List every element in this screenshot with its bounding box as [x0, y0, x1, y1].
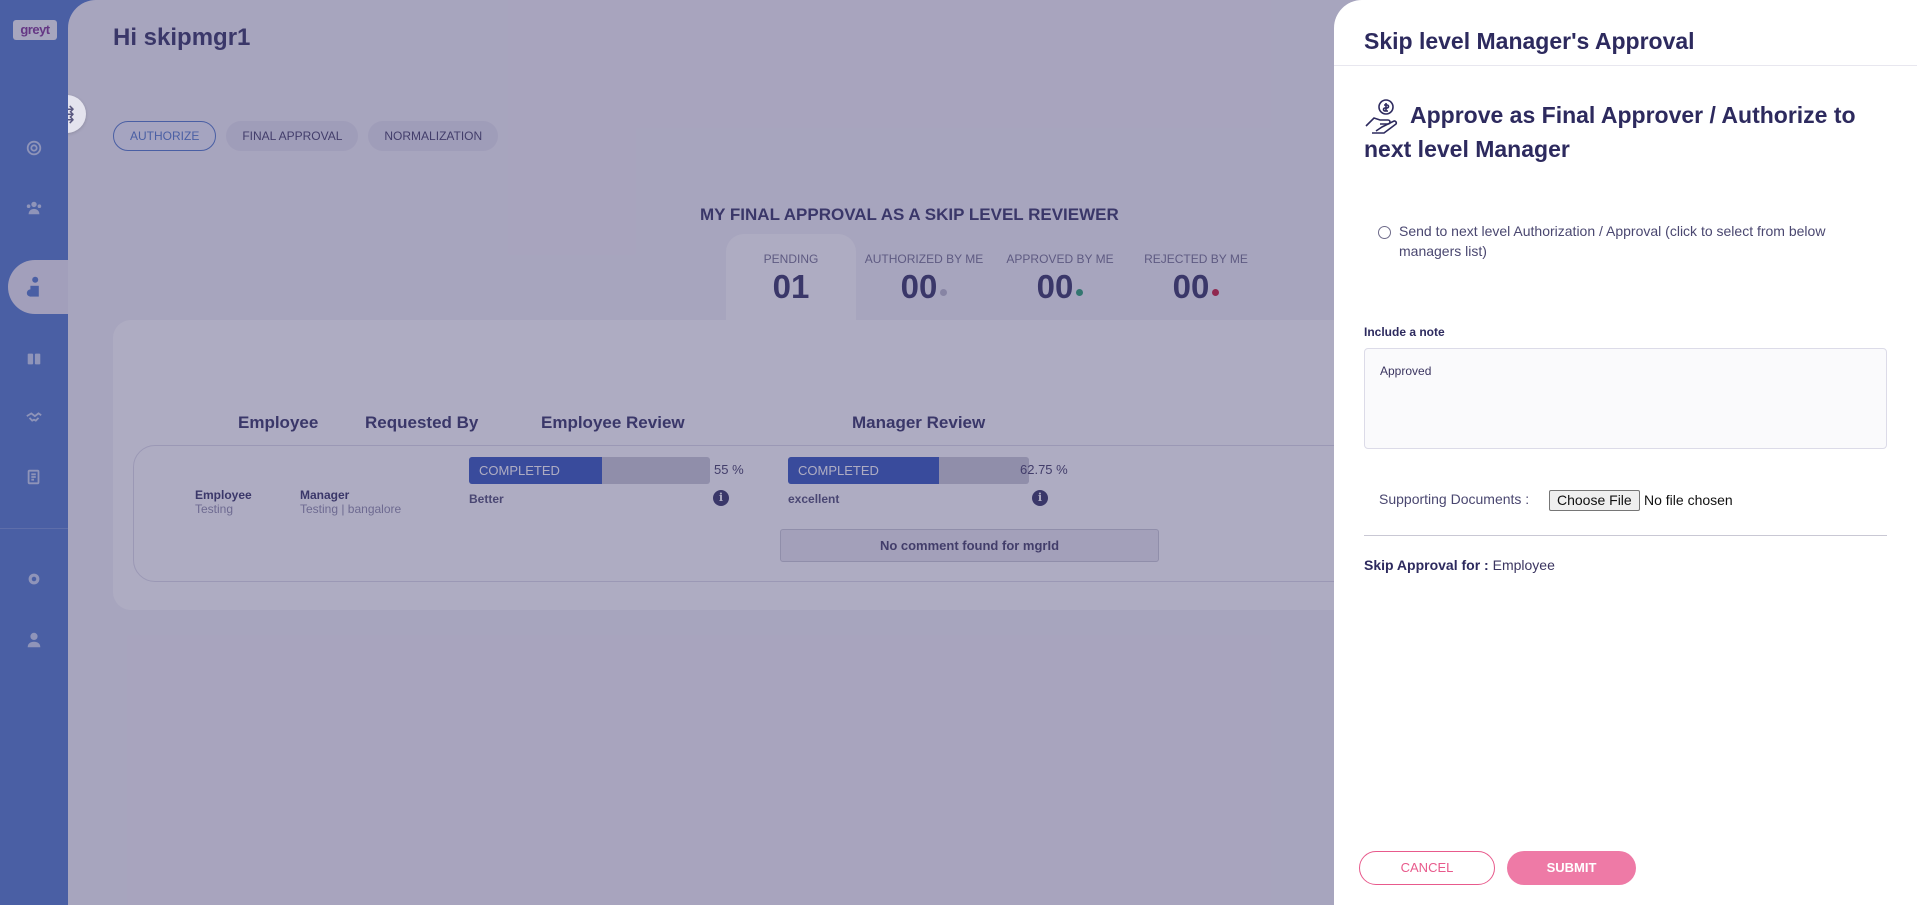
file-name-text: No file chosen — [1644, 492, 1733, 508]
note-label: Include a note — [1364, 325, 1445, 339]
send-next-level-radio[interactable] — [1378, 226, 1391, 239]
approval-drawer: Skip level Manager's Approval Approve as… — [1334, 0, 1917, 905]
approve-heading: Approve as Final Approver / Authorize to… — [1364, 102, 1856, 162]
skip-approval-value: Employee — [1492, 557, 1555, 573]
drawer-divider — [1334, 65, 1917, 66]
choose-file-button[interactable]: Choose File — [1549, 490, 1640, 511]
drawer-title: Skip level Manager's Approval — [1364, 28, 1695, 54]
skip-approval-for: Skip Approval for : Employee — [1364, 557, 1555, 573]
drawer-section-divider — [1364, 535, 1887, 536]
submit-button[interactable]: SUBMIT — [1507, 851, 1636, 885]
send-next-level-label: Send to next level Authorization / Appro… — [1399, 223, 1826, 259]
send-next-level-option[interactable]: Send to next level Authorization / Appro… — [1378, 221, 1858, 261]
supporting-docs-label: Supporting Documents : — [1379, 491, 1530, 507]
cancel-button[interactable]: CANCEL — [1359, 851, 1495, 885]
note-textarea[interactable]: Approved — [1364, 348, 1887, 449]
skip-approval-label: Skip Approval for : — [1364, 557, 1489, 573]
